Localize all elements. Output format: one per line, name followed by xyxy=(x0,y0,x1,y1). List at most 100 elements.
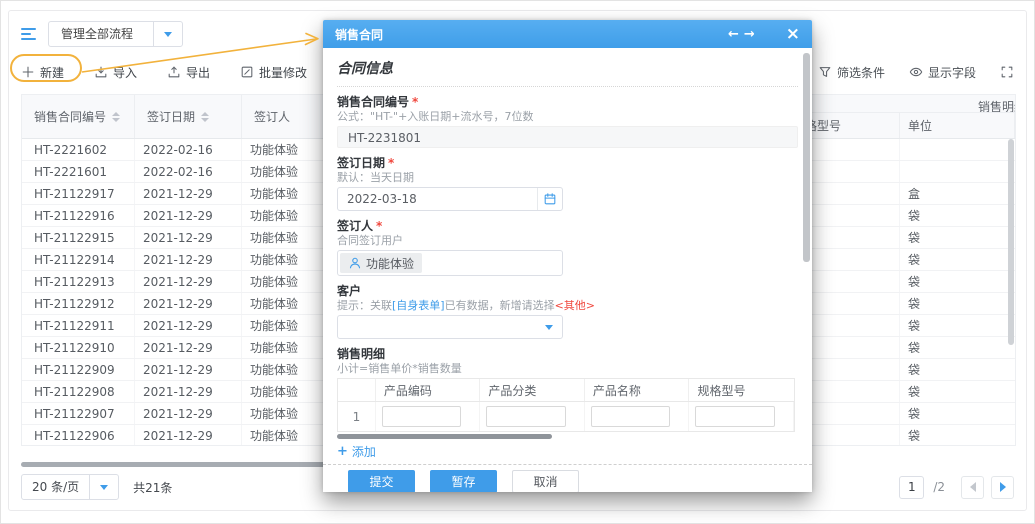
save-draft-button[interactable]: 暂存 xyxy=(430,470,497,492)
modal-title: 销售合同 xyxy=(335,26,383,43)
page-count: /2 xyxy=(933,480,945,494)
cell-unit: 袋 xyxy=(900,359,1015,380)
batch-edit-button[interactable]: 批量修改 xyxy=(240,64,307,81)
customer-select[interactable] xyxy=(337,315,563,339)
cell-contract-no: HT-21122907 xyxy=(22,403,135,424)
close-icon[interactable]: × xyxy=(786,26,800,43)
cell-sign-date: 2021-12-29 xyxy=(135,183,242,204)
column-header-unit[interactable]: 单位 xyxy=(900,113,1015,138)
cell-contract-no: HT-21122915 xyxy=(22,227,135,248)
cell-unit: 袋 xyxy=(900,381,1015,402)
page-size-label: 20 条/页 xyxy=(22,475,89,499)
cell-contract-no: HT-21122916 xyxy=(22,205,135,226)
page-number-input[interactable]: 1 xyxy=(899,476,924,499)
detail-index-header xyxy=(338,379,376,401)
new-button[interactable]: 新建 xyxy=(21,64,64,81)
signer-label: 签订人* xyxy=(337,219,798,233)
customer-hint: 提示：关联[自身表单]已有数据，新增请选择<其他> xyxy=(337,300,798,312)
cell-signer: 功能体验 xyxy=(242,161,325,182)
export-icon xyxy=(167,65,181,79)
cell-signer: 功能体验 xyxy=(242,359,325,380)
prev-page-button[interactable] xyxy=(961,476,984,499)
import-button[interactable]: 导入 xyxy=(94,64,137,81)
display-fields-button[interactable]: 显示字段 xyxy=(909,64,976,81)
cell-signer: 功能体验 xyxy=(242,337,325,358)
fullscreen-button[interactable] xyxy=(1000,65,1014,79)
sign-date-label: 签订日期* xyxy=(337,156,798,170)
cell-contract-no: HT-21122914 xyxy=(22,249,135,270)
export-button[interactable]: 导出 xyxy=(167,64,210,81)
cell-sign-date: 2021-12-29 xyxy=(135,337,242,358)
sales-detail-label: 销售明细 xyxy=(337,347,798,361)
detail-input-product-category[interactable] xyxy=(486,406,566,427)
cell-signer: 功能体验 xyxy=(242,315,325,336)
vertical-scrollbar[interactable] xyxy=(1008,139,1014,345)
signer-field[interactable]: 功能体验 xyxy=(337,250,563,276)
cell-contract-no: HT-21122917 xyxy=(22,183,135,204)
detail-input-spec[interactable] xyxy=(695,406,775,427)
cell-contract-no: HT-2221602 xyxy=(22,139,135,160)
column-header-signer[interactable]: 签订人 xyxy=(242,95,325,138)
cell-unit: 袋 xyxy=(900,227,1015,248)
funnel-icon xyxy=(818,65,832,79)
add-row-button[interactable]: + 添加 xyxy=(337,443,376,460)
filter-button[interactable]: 筛选条件 xyxy=(818,64,885,81)
cell-signer: 功能体验 xyxy=(242,249,325,270)
detail-col-product-category: 产品分类 xyxy=(480,379,585,401)
resize-right-icon[interactable]: → xyxy=(744,27,755,42)
cell-signer: 功能体验 xyxy=(242,139,325,160)
next-page-button[interactable] xyxy=(991,476,1014,499)
import-button-label: 导入 xyxy=(113,64,137,81)
edit-icon xyxy=(240,65,254,79)
detail-table: 产品编码 产品分类 产品名称 规格型号 1 xyxy=(337,378,795,432)
contract-no-hint: 公式："HT-"+入账日期+流水号，7位数 xyxy=(337,111,798,123)
modal-scrollbar[interactable] xyxy=(803,53,810,262)
column-header-sign-date[interactable]: 签订日期 xyxy=(135,95,242,138)
column-header-contract-no[interactable]: 销售合同编号 xyxy=(22,95,135,138)
cell-signer: 功能体验 xyxy=(242,205,325,226)
fullscreen-icon xyxy=(1000,65,1014,79)
customer-label: 客户 xyxy=(337,284,798,298)
sign-date-field[interactable]: 2022-03-18 xyxy=(337,187,563,211)
page-size-select[interactable]: 20 条/页 xyxy=(21,474,119,500)
signer-hint: 合同签订用户 xyxy=(337,235,798,247)
footer-separator xyxy=(323,464,812,465)
submit-button[interactable]: 提交 xyxy=(348,470,415,492)
cell-signer: 功能体验 xyxy=(242,227,325,248)
detail-input-product-name[interactable] xyxy=(591,406,671,427)
resize-left-icon[interactable]: ← xyxy=(728,27,739,42)
add-row-label: 添加 xyxy=(352,443,376,460)
modal-header: 销售合同 ← → × xyxy=(323,20,812,48)
self-form-link[interactable]: [自身表单] xyxy=(392,299,445,312)
import-icon xyxy=(94,65,108,79)
eye-icon xyxy=(909,65,923,79)
calendar-icon[interactable] xyxy=(537,188,562,210)
required-mark: * xyxy=(388,156,394,170)
cell-unit: 盒 xyxy=(900,183,1015,204)
sort-icon[interactable] xyxy=(201,112,209,122)
cell-unit: 袋 xyxy=(900,205,1015,226)
cancel-button[interactable]: 取消 xyxy=(512,470,579,492)
detail-horizontal-scrollbar[interactable] xyxy=(337,434,798,439)
customer-select-value xyxy=(338,316,535,338)
cell-contract-no: HT-2221601 xyxy=(22,161,135,182)
cell-sign-date: 2021-12-29 xyxy=(135,381,242,402)
modal-body: 合同信息 销售合同编号* 公式："HT-"+入账日期+流水号，7位数 HT-22… xyxy=(323,48,812,492)
cell-contract-no: HT-21122906 xyxy=(22,425,135,446)
cell-sign-date: 2021-12-29 xyxy=(135,227,242,248)
filter-button-label: 筛选条件 xyxy=(837,64,885,81)
cell-sign-date: 2021-12-29 xyxy=(135,271,242,292)
workflow-menu-icon[interactable] xyxy=(21,28,37,40)
user-chip[interactable]: 功能体验 xyxy=(340,253,422,273)
modal-header-icons: ← → × xyxy=(728,26,800,43)
workflow-selector[interactable]: 管理全部流程 xyxy=(48,21,183,47)
cell-sign-date: 2021-12-29 xyxy=(135,359,242,380)
sort-icon[interactable] xyxy=(112,112,120,122)
cell-unit: 袋 xyxy=(900,271,1015,292)
detail-input-product-code[interactable] xyxy=(382,406,462,427)
cell-contract-no: HT-21122909 xyxy=(22,359,135,380)
cell-contract-no: HT-21122911 xyxy=(22,315,135,336)
cell-sign-date: 2022-02-16 xyxy=(135,139,242,160)
section-title: 合同信息 xyxy=(337,58,798,87)
detail-col-product-name: 产品名称 xyxy=(585,379,690,401)
